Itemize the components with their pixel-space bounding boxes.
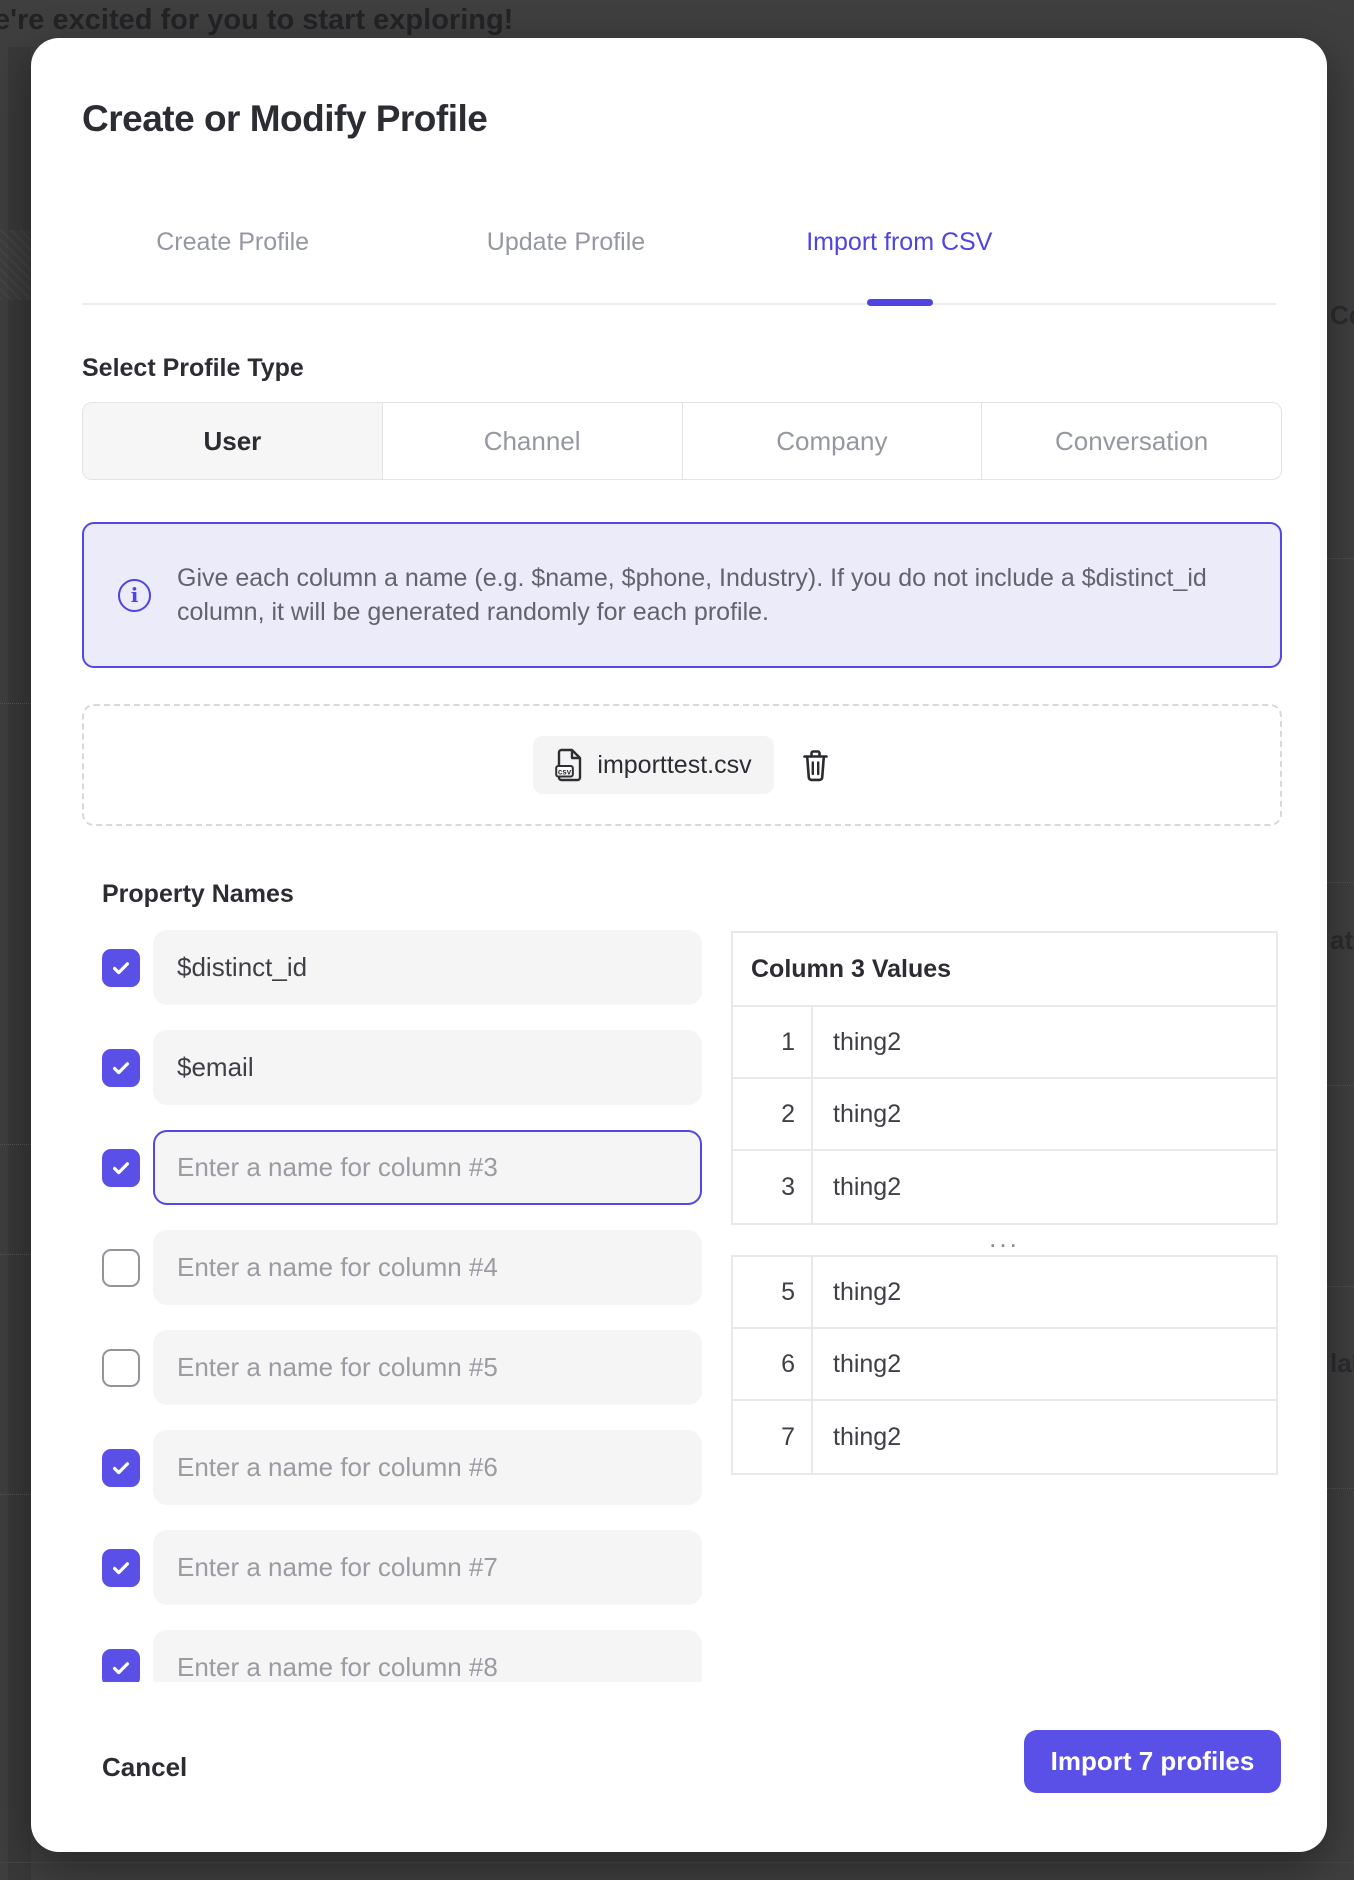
column-1-name-text: $distinct_id (177, 952, 307, 983)
backdrop-gridline (1327, 1085, 1354, 1086)
backdrop-text-fragment: lab (1330, 1348, 1354, 1379)
profile-type-segmented-control: User Channel Company Conversation (82, 402, 1282, 480)
table-row: 3 thing2 (733, 1151, 1276, 1223)
svg-text:csv: csv (558, 767, 572, 776)
row-number: 1 (733, 1007, 813, 1077)
column-2-name-text: $email (177, 1052, 254, 1083)
backdrop-text-fragment: ata (1330, 925, 1354, 956)
column-5-name-placeholder: Enter a name for column #5 (177, 1352, 498, 1383)
column-3-name-placeholder: Enter a name for column #3 (177, 1152, 498, 1183)
property-row: $distinct_id (102, 930, 702, 1005)
dialog-tabs: Create Profile Update Profile Import fro… (66, 228, 1066, 257)
property-names-label: Property Names (102, 880, 294, 909)
profile-type-channel[interactable]: Channel (382, 403, 682, 479)
property-row: Enter a name for column #6 (102, 1430, 702, 1505)
backdrop-gridline (1327, 1286, 1354, 1287)
column-7-name-placeholder: Enter a name for column #7 (177, 1552, 498, 1583)
row-value: thing2 (813, 1007, 1276, 1077)
info-banner-text: Give each column a name (e.g. $name, $ph… (177, 561, 1237, 629)
column-7-name-input[interactable]: Enter a name for column #7 (153, 1530, 702, 1605)
table-row: 5 thing2 (733, 1257, 1276, 1329)
table-row: 1 thing2 (733, 1007, 1276, 1079)
backdrop-gridline (1327, 882, 1354, 883)
table-row: 6 thing2 (733, 1329, 1276, 1401)
row-value: thing2 (813, 1329, 1276, 1399)
column-6-checkbox[interactable] (102, 1449, 140, 1487)
create-or-modify-profile-dialog: Create or Modify Profile Create Profile … (31, 38, 1327, 1852)
backdrop-gridline (0, 1494, 31, 1495)
delete-file-button[interactable] (800, 748, 831, 783)
property-row: Enter a name for column #4 (102, 1230, 702, 1305)
row-number: 6 (733, 1329, 813, 1399)
uploaded-file-name: importtest.csv (597, 751, 751, 780)
csv-dropzone[interactable]: csv importtest.csv (82, 704, 1282, 826)
profile-type-company[interactable]: Company (682, 403, 982, 479)
column-1-name-input[interactable]: $distinct_id (153, 930, 702, 1005)
column-6-name-input[interactable]: Enter a name for column #6 (153, 1430, 702, 1505)
backdrop-gridline (1327, 558, 1354, 559)
property-row: Enter a name for column #3 (102, 1130, 702, 1205)
table-ellipsis: ... (731, 1225, 1278, 1255)
backdrop-gridline (1327, 1488, 1354, 1489)
table-row: 2 thing2 (733, 1079, 1276, 1151)
tabs-divider (82, 303, 1276, 305)
column-values-preview: Column 3 Values 1 thing2 2 thing2 3 thin… (731, 931, 1278, 1475)
column-2-checkbox[interactable] (102, 1049, 140, 1087)
row-number: 3 (733, 1151, 813, 1223)
row-number: 5 (733, 1257, 813, 1327)
column-8-checkbox[interactable] (102, 1649, 140, 1683)
column-3-checkbox[interactable] (102, 1149, 140, 1187)
preview-table-header: Column 3 Values (733, 933, 1276, 1007)
column-naming-info-banner: i Give each column a name (e.g. $name, $… (82, 522, 1282, 668)
row-number: 2 (733, 1079, 813, 1149)
property-row: $email (102, 1030, 702, 1105)
column-7-checkbox[interactable] (102, 1549, 140, 1587)
tab-import-from-csv[interactable]: Import from CSV (733, 228, 1066, 257)
column-6-name-placeholder: Enter a name for column #6 (177, 1452, 498, 1483)
preview-table-top: Column 3 Values 1 thing2 2 thing2 3 thin… (731, 931, 1278, 1225)
tab-create-profile[interactable]: Create Profile (66, 228, 399, 257)
active-tab-indicator (867, 299, 933, 306)
row-value: thing2 (813, 1151, 1276, 1223)
property-names-list: $distinct_id $email Enter a name for col… (102, 930, 702, 1682)
csv-file-icon: csv (555, 748, 583, 782)
tab-update-profile[interactable]: Update Profile (399, 228, 732, 257)
preview-table-bottom: 5 thing2 6 thing2 7 thing2 (731, 1255, 1278, 1475)
column-3-name-input[interactable]: Enter a name for column #3 (153, 1130, 702, 1205)
row-value: thing2 (813, 1257, 1276, 1327)
cancel-button[interactable]: Cancel (102, 1736, 187, 1799)
row-number: 7 (733, 1401, 813, 1473)
profile-type-conversation[interactable]: Conversation (981, 403, 1281, 479)
backdrop-banner-text: e're excited for you to start exploring! (0, 4, 513, 37)
dialog-title: Create or Modify Profile (82, 98, 487, 140)
backdrop-gridline (0, 703, 31, 704)
column-4-name-input[interactable]: Enter a name for column #4 (153, 1230, 702, 1305)
row-value: thing2 (813, 1401, 1276, 1473)
row-value: thing2 (813, 1079, 1276, 1149)
column-8-name-placeholder: Enter a name for column #8 (177, 1652, 498, 1682)
trash-icon (800, 748, 831, 783)
profile-type-label: Select Profile Type (82, 354, 304, 383)
column-2-name-input[interactable]: $email (153, 1030, 702, 1105)
backdrop-gridline (0, 1144, 31, 1145)
info-circle-icon: i (118, 579, 151, 612)
property-row: Enter a name for column #5 (102, 1330, 702, 1405)
backdrop-gridline (0, 1254, 31, 1255)
column-5-name-input[interactable]: Enter a name for column #5 (153, 1330, 702, 1405)
column-1-checkbox[interactable] (102, 949, 140, 987)
column-8-name-input[interactable]: Enter a name for column #8 (153, 1630, 702, 1682)
property-row: Enter a name for column #7 (102, 1530, 702, 1605)
column-4-checkbox[interactable] (102, 1249, 140, 1287)
backdrop-sidebar-edge (8, 47, 31, 1880)
column-4-name-placeholder: Enter a name for column #4 (177, 1252, 498, 1283)
table-row: 7 thing2 (733, 1401, 1276, 1473)
import-profiles-button[interactable]: Import 7 profiles (1024, 1730, 1281, 1793)
property-row: Enter a name for column #8 (102, 1630, 702, 1682)
uploaded-file-chip: csv importtest.csv (533, 736, 773, 794)
column-5-checkbox[interactable] (102, 1349, 140, 1387)
backdrop-divider (0, 1862, 1354, 1863)
profile-type-user[interactable]: User (83, 403, 382, 479)
backdrop-text-fragment: Col (1330, 300, 1354, 331)
